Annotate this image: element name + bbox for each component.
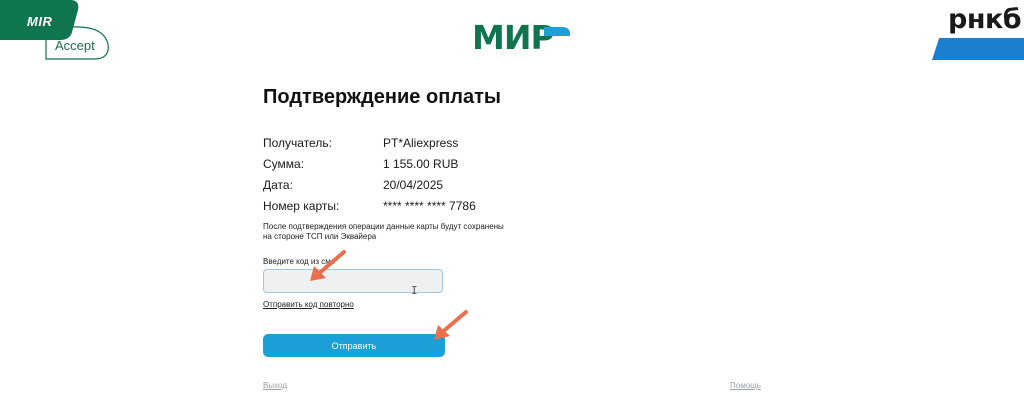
detail-label: Получатель: [263,136,332,150]
annotation-arrow-icon [434,310,468,340]
detail-value: 20/04/2025 [383,178,444,192]
resend-code-link[interactable]: Отправить код повторно [263,300,354,309]
submit-button[interactable]: Отправить [263,334,445,357]
mir-logo: МИР [472,18,572,57]
page-title: Подтверждение оплаты [263,86,501,108]
detail-value: PT*Aliexpress [383,136,459,150]
accept-text: Accept [55,38,95,53]
mir-accept-mark: MIR [27,14,53,29]
rnkb-logo-text: рнкб [948,4,1022,35]
detail-label: Дата: [263,178,293,192]
annotation-arrow-icon [310,250,346,281]
exit-link[interactable]: Выход [263,381,287,390]
detail-value: **** **** **** 7786 [383,199,476,213]
mir-accept-logo: MIR Accept [0,0,112,62]
detail-label: Сумма: [263,157,305,171]
rnkb-logo-bar [932,38,1024,60]
text-cursor-icon: I [411,284,418,297]
card-save-note: После подтверждения операции данные карт… [263,222,504,241]
detail-label: Номер карты: [263,199,340,213]
mir-logo-accent-shape [544,27,571,36]
help-link[interactable]: Помощь [730,381,761,390]
rnkb-logo: рнкб [928,4,1024,62]
detail-value: 1 155.00 RUB [383,157,459,171]
